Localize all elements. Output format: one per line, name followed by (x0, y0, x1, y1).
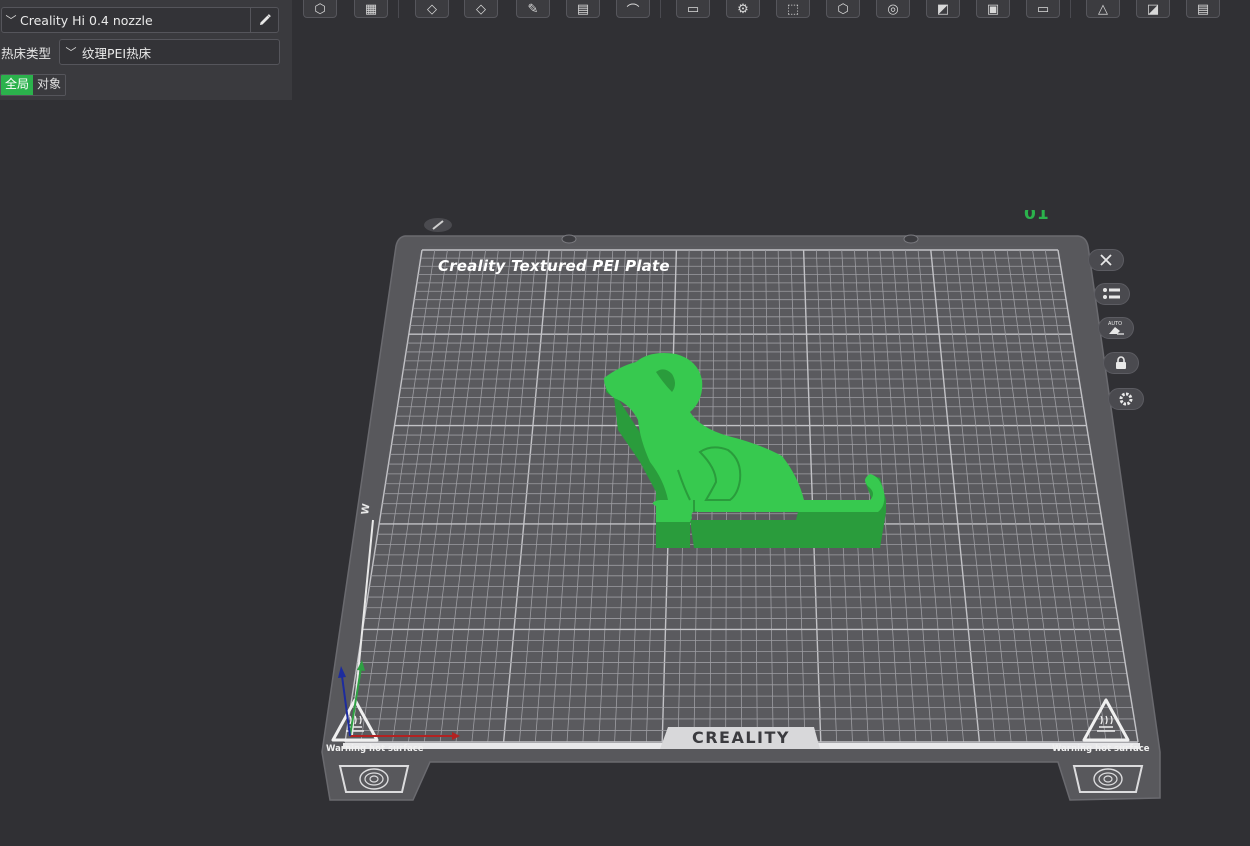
shape-button[interactable]: ▤ (1186, 0, 1220, 18)
3d-viewport[interactable]: W (0, 0, 1250, 846)
orient-button[interactable]: ◇ (415, 0, 449, 18)
toolbar-separator (398, 0, 399, 18)
chevron-down-icon: ﹀ (65, 46, 77, 59)
printer-settings-panel: ﹀ Creality Hi 0.4 nozzle 热床类型 ﹀ 纹理PEI热床 … (0, 0, 292, 100)
bed-type-label: 热床类型 (1, 46, 52, 61)
bed-type-value: 纹理PEI热床 (82, 45, 152, 61)
measure-icon: ◩ (936, 1, 950, 17)
bounding-box-button[interactable]: ⬚ (776, 0, 810, 18)
warning-text-left: Warning hot surface (326, 744, 424, 754)
auto-orient-button[interactable]: AUTO (1098, 317, 1134, 339)
close-icon (1100, 254, 1112, 266)
list-icon (1103, 288, 1120, 299)
bounding-box-icon: ⬚ (786, 1, 800, 17)
plate-gear-button[interactable] (1108, 388, 1144, 410)
gear-icon (1119, 392, 1133, 406)
grid-icon: ▦ (364, 1, 378, 17)
assembly-button[interactable]: ▭ (1026, 0, 1060, 18)
seam-button[interactable]: ⌒ (616, 0, 650, 19)
layout-icon: ▤ (576, 1, 590, 17)
measure-button[interactable]: ◩ (926, 0, 960, 18)
cut-icon: ⬡ (837, 1, 849, 17)
grid-button[interactable]: ▦ (354, 0, 388, 18)
edit-printer-button[interactable] (250, 8, 278, 32)
arrange-button[interactable]: ◇ (464, 0, 498, 18)
warning-text-right: Warning hot surface (1052, 744, 1150, 754)
bed-type-select[interactable]: ﹀ 纹理PEI热床 (59, 39, 280, 65)
pencil-icon[interactable] (424, 218, 452, 232)
chevron-down-icon[interactable]: ﹀ (2, 12, 20, 28)
plate-number[interactable]: 01 (1024, 210, 1050, 224)
split-objects-button[interactable]: ▭ (676, 0, 710, 18)
shape-icon: ▤ (1196, 1, 1210, 17)
orient-icon: ◇ (427, 1, 437, 17)
settings-button[interactable]: ⚙ (726, 0, 760, 18)
support-paint-icon: ◎ (887, 1, 899, 17)
slice-view-button[interactable]: ◪ (1136, 0, 1170, 18)
toolbar-separator (1070, 0, 1071, 18)
plate-brand: CREALITY (691, 728, 791, 747)
settings-icon: ⚙ (737, 1, 749, 17)
cut-button[interactable]: ⬡ (826, 0, 860, 18)
settings-scope-tabs: 全局 对象 (0, 74, 67, 96)
lock-icon (1116, 356, 1126, 369)
tab-global[interactable]: 全局 (1, 75, 34, 95)
split-objects-icon: ▭ (686, 1, 700, 17)
auto-eraser-icon: AUTO (1108, 321, 1124, 335)
text-icon: △ (1098, 1, 1108, 17)
plate-settings-list-button[interactable] (1094, 283, 1130, 305)
color-paint-icon: ▣ (986, 1, 1000, 17)
plate-title: Creality Textured PEI Plate (438, 257, 670, 275)
pencil-icon (259, 14, 271, 25)
svg-text:AUTO: AUTO (1108, 321, 1122, 327)
slice-view-icon: ◪ (1146, 1, 1160, 17)
arrange-icon: ◇ (476, 1, 486, 17)
tab-object[interactable]: 对象 (33, 75, 66, 95)
auto-place-button[interactable]: ✎ (516, 0, 550, 18)
layout-button[interactable]: ▤ (566, 0, 600, 18)
printer-select[interactable]: ﹀ Creality Hi 0.4 nozzle (1, 7, 279, 33)
auto-place-icon: ✎ (527, 1, 539, 17)
view-cube-icon: ⬡ (314, 1, 326, 17)
toolbar-separator (660, 0, 661, 18)
svg-text:W: W (360, 503, 372, 515)
printer-name: Creality Hi 0.4 nozzle (20, 12, 153, 28)
seam-icon: ⌒ (626, 3, 640, 19)
support-paint-button[interactable]: ◎ (876, 0, 910, 18)
lock-plate-button[interactable] (1103, 352, 1139, 374)
text-button[interactable]: △ (1086, 0, 1120, 18)
close-plate-button[interactable] (1088, 249, 1124, 271)
assembly-icon: ▭ (1036, 1, 1050, 17)
color-paint-button[interactable]: ▣ (976, 0, 1010, 18)
view-cube-button[interactable]: ⬡ (303, 0, 337, 18)
